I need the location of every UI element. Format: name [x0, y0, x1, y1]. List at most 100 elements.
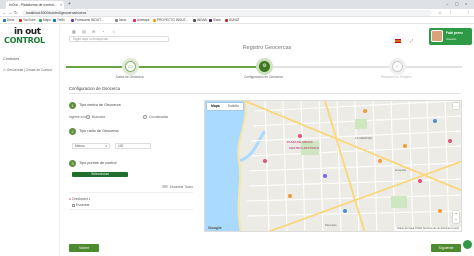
- bookmark-icon: [133, 18, 136, 22]
- bookmark-icon: [39, 18, 42, 22]
- bookmark-item[interactable]: Slack: [209, 18, 221, 22]
- bookmark-label: Trello: [57, 18, 65, 22]
- browser-tab-bar: InOut - Plataforma de control... × + – ▢…: [0, 0, 474, 9]
- zoom-control[interactable]: + −: [453, 211, 459, 223]
- maximize-screen-icon[interactable]: ⤢: [410, 38, 413, 43]
- bookmark-item[interactable]: INDAB: [193, 18, 207, 22]
- top-bar: ▦ ▤ ✉ ◔ ☆ Digite aquí su búsqueda... ⤢ F…: [60, 25, 474, 47]
- step-1-label: Datos de Geocerca: [116, 75, 144, 79]
- back-icon[interactable]: ←: [2, 10, 7, 15]
- chat-icon[interactable]: ✉: [92, 29, 95, 34]
- bookmark-label: SUNAT: [229, 18, 240, 22]
- map[interactable]: PLAZA DE ARMAS CENTRO HISTÓRICO LA MERCE…: [204, 100, 462, 232]
- map-attribution[interactable]: Datos del mapa ©2022 Términos de uso Inf…: [395, 227, 461, 231]
- user-name: Fabi perez: [446, 31, 463, 35]
- search-input[interactable]: Digite aquí su búsqueda...: [69, 36, 169, 42]
- step-2[interactable]: ⚙: [256, 58, 273, 75]
- map-canvas[interactable]: PLAZA DE ARMAS CENTRO HISTÓRICO LA MERCE…: [205, 101, 462, 232]
- help-fab-icon[interactable]: [463, 240, 472, 249]
- radio-coordenadas[interactable]: [143, 115, 147, 119]
- select-checkpoints-button[interactable]: Seleccionar: [72, 172, 128, 177]
- radius-value-input[interactable]: 100: [115, 143, 151, 149]
- bookmark-item[interactable]: Animaps: [133, 18, 149, 22]
- radius-unit-select[interactable]: Metros ▾: [72, 143, 110, 149]
- question-1-label: Tipo centro de Geocerca: [79, 103, 121, 107]
- radio-coordenadas-label: Coordenadas: [149, 115, 169, 119]
- menu-icon[interactable]: ⋮: [466, 10, 471, 16]
- new-tab-icon[interactable]: +: [68, 1, 71, 7]
- close-window-icon[interactable]: ×: [465, 1, 467, 6]
- calendar-icon[interactable]: ▤: [82, 29, 86, 34]
- flag-icon[interactable]: [395, 39, 401, 43]
- checkbox[interactable]: [72, 203, 75, 207]
- bookmark-item[interactable]: Drive: [3, 18, 14, 22]
- bookmark-item[interactable]: YouTube: [19, 18, 36, 22]
- reload-icon[interactable]: ↻: [14, 10, 18, 16]
- radius-unit-value: Metros: [75, 144, 85, 148]
- bookmark-label: Maps: [43, 18, 51, 22]
- sidebar-section-title: Controles: [3, 57, 20, 61]
- chevron-down-icon: ▾: [105, 144, 107, 148]
- park-area: [355, 119, 367, 129]
- checkpoint-scan-label: Escanear: [76, 203, 90, 207]
- park-area: [391, 196, 407, 208]
- stepper-remaining-line: [266, 66, 462, 68]
- place-label: Hospital: [395, 168, 406, 172]
- bookmark-icon: [225, 18, 228, 22]
- bookmark-item[interactable]: PROYECTO INOUT...: [153, 18, 188, 22]
- check-icon: ✓: [392, 61, 403, 72]
- step-1[interactable]: ▭: [122, 58, 139, 75]
- next-button[interactable]: Siguiente: [431, 244, 461, 252]
- step-number-2: 2: [69, 128, 76, 135]
- bookmark-icon: [53, 18, 56, 22]
- zoom-out-icon[interactable]: −: [453, 217, 459, 223]
- maximize-icon[interactable]: ▢: [455, 1, 459, 6]
- gear-icon: ⚙: [259, 61, 270, 72]
- bookmark-item[interactable]: SUNAT: [225, 18, 240, 22]
- step-number-1: 1: [69, 102, 76, 109]
- bell-icon[interactable]: ◔: [102, 29, 104, 34]
- grid-icon[interactable]: ▦: [72, 29, 76, 34]
- question-3-label: Tipo puntos de control: [79, 161, 117, 165]
- star-icon[interactable]: ☆: [438, 10, 442, 16]
- bookmark-icon: [71, 18, 74, 22]
- checkpoint-name: Checkpoint 1: [71, 197, 91, 201]
- back-button[interactable]: Volver: [69, 244, 99, 252]
- scan-all-label: Escanear Todos: [170, 185, 193, 189]
- bookmark-icon: [19, 18, 22, 22]
- step-number-3: 3: [69, 160, 76, 167]
- minimize-icon[interactable]: –: [446, 1, 448, 6]
- url-field[interactable]: localhost:5000/control/geocerca/nueva: [22, 10, 432, 16]
- bookmark-item[interactable]: Formulario INOUT...: [71, 18, 103, 22]
- avatar: [431, 30, 443, 42]
- bookmark-icon: [209, 18, 212, 22]
- checkpoint-scan-row[interactable]: Escanear: [72, 203, 89, 207]
- step-2-label: Configuración de Geocerca: [244, 75, 283, 79]
- sidebar-item-label: Geocercas | Zonas de Control: [6, 68, 52, 72]
- fullscreen-icon[interactable]: [453, 103, 459, 109]
- scan-all-toggle[interactable]: [162, 185, 168, 188]
- close-tab-icon[interactable]: ×: [60, 2, 62, 7]
- bookmark-item[interactable]: Inicio: [115, 18, 126, 22]
- sidebar-item-geocercas[interactable]: ⊙ Geocercas | Zonas de Control: [3, 68, 52, 72]
- bookmark-icon: [115, 18, 118, 22]
- map-tab-map[interactable]: Mapa: [207, 103, 224, 110]
- bookmark-item[interactable]: Trello: [53, 18, 65, 22]
- place-label: Mercado: [325, 223, 337, 227]
- bookmark-icon: [153, 18, 156, 22]
- extensions-icon[interactable]: ⋮: [448, 10, 453, 16]
- divider: [69, 93, 461, 94]
- section-title: Configuracion de Geocerca: [69, 86, 120, 91]
- user-menu[interactable]: Fabi perez Usuario: [429, 28, 472, 45]
- browser-tab[interactable]: InOut - Plataforma de control...: [6, 1, 64, 9]
- bookmarks-bar: Drive YouTube Maps Trello Formulario INOUT..…: [0, 17, 474, 24]
- checkpoint-row[interactable]: ● Checkpoint 1: [69, 197, 90, 201]
- brand-logo[interactable]: in out CONTROL: [2, 27, 45, 49]
- place-label: CENTRO HISTÓRICO: [289, 145, 320, 150]
- step-3[interactable]: ✓: [389, 58, 406, 75]
- forward-icon[interactable]: →: [8, 10, 13, 15]
- radio-buscador[interactable]: [86, 115, 90, 119]
- map-tab-satellite[interactable]: Satélite: [224, 103, 243, 110]
- star-outline-icon[interactable]: ☆: [112, 29, 116, 34]
- bookmark-item[interactable]: Maps: [39, 18, 51, 22]
